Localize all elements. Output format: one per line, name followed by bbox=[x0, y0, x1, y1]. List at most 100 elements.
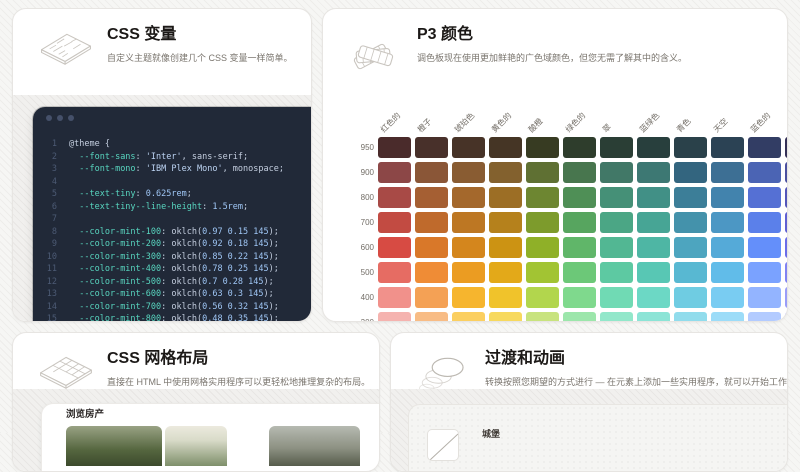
color-swatch bbox=[674, 187, 707, 208]
card-header: CSS 网格布局 直接在 HTML 中使用网格实用程序可以更轻松地推理复杂的布局… bbox=[37, 347, 367, 395]
color-swatch bbox=[674, 237, 707, 258]
color-swatch bbox=[526, 212, 559, 233]
card-title: CSS 变量 bbox=[107, 25, 293, 45]
color-swatch bbox=[563, 287, 596, 308]
color-swatch bbox=[674, 312, 707, 322]
color-swatch bbox=[785, 162, 788, 183]
color-swatch bbox=[637, 287, 670, 308]
color-swatch bbox=[452, 212, 485, 233]
color-swatch bbox=[748, 212, 781, 233]
color-swatch bbox=[489, 237, 522, 258]
color-swatch bbox=[452, 162, 485, 183]
color-swatch bbox=[526, 162, 559, 183]
card-subtitle: 转换按照您期望的方式进行 — 在元素上添加一些实用程序，就可以开始工作了。 bbox=[485, 375, 775, 388]
color-swatch bbox=[785, 287, 788, 308]
color-swatch bbox=[563, 312, 596, 322]
card-grid-layout: CSS 网格布局 直接在 HTML 中使用网格实用程序可以更轻松地推理复杂的布局… bbox=[12, 332, 380, 472]
color-swatch bbox=[415, 162, 448, 183]
traffic-light-icon bbox=[46, 115, 52, 121]
color-swatch bbox=[785, 262, 788, 283]
color-swatch bbox=[526, 137, 559, 158]
properties-window: 浏览房产 bbox=[41, 403, 379, 471]
color-swatch bbox=[489, 137, 522, 158]
color-swatch bbox=[711, 237, 744, 258]
card-header: 过渡和动画 转换按照您期望的方式进行 — 在元素上添加一些实用程序，就可以开始工… bbox=[415, 347, 775, 395]
color-swatch bbox=[600, 187, 633, 208]
css-variables-icon bbox=[37, 23, 95, 71]
grid-layout-icon bbox=[37, 347, 95, 395]
color-swatch bbox=[489, 162, 522, 183]
color-swatch bbox=[674, 262, 707, 283]
palette-column-label: 绿色的 bbox=[563, 110, 588, 135]
color-swatch bbox=[637, 137, 670, 158]
color-swatch bbox=[378, 262, 411, 283]
color-swatch bbox=[415, 237, 448, 258]
card-subtitle: 直接在 HTML 中使用网格实用程序可以更轻松地推理复杂的布局。 bbox=[107, 375, 367, 388]
color-swatch bbox=[489, 187, 522, 208]
color-swatch bbox=[415, 187, 448, 208]
palette-row-label: 900 bbox=[348, 162, 374, 183]
palette-column-label: 酸橙 bbox=[526, 116, 545, 135]
palette-row-label: 600 bbox=[348, 237, 374, 258]
color-swatch bbox=[748, 262, 781, 283]
color-swatch bbox=[748, 162, 781, 183]
color-swatch bbox=[378, 137, 411, 158]
color-swatch bbox=[748, 312, 781, 322]
color-swatch bbox=[785, 312, 788, 322]
color-swatch bbox=[563, 162, 596, 183]
color-swatch bbox=[526, 187, 559, 208]
palette-column-label: 青色 bbox=[674, 116, 693, 135]
color-swatch bbox=[415, 287, 448, 308]
color-swatch bbox=[415, 262, 448, 283]
color-swatch bbox=[415, 312, 448, 322]
grid-layout-demo: 浏览房产 bbox=[13, 389, 379, 471]
color-swatch bbox=[526, 262, 559, 283]
color-swatch bbox=[378, 187, 411, 208]
castle-thumbnail bbox=[427, 429, 459, 461]
palette-row-label: 700 bbox=[348, 212, 374, 233]
palette-row-label: 950 bbox=[348, 137, 374, 158]
traffic-light-icon bbox=[57, 115, 63, 121]
color-swatch bbox=[452, 312, 485, 322]
traffic-light-icon bbox=[68, 115, 74, 121]
color-swatch bbox=[748, 137, 781, 158]
property-photo bbox=[269, 426, 360, 466]
color-swatch bbox=[378, 212, 411, 233]
color-swatch bbox=[563, 187, 596, 208]
color-swatch bbox=[600, 137, 633, 158]
color-swatch bbox=[711, 162, 744, 183]
color-swatch bbox=[711, 312, 744, 322]
color-swatch bbox=[600, 312, 633, 322]
window-controls bbox=[33, 107, 311, 135]
property-photo bbox=[165, 426, 227, 466]
color-swatch bbox=[600, 262, 633, 283]
color-swatch bbox=[785, 212, 788, 233]
card-header: P3 颜色 调色板现在使用更加鲜艳的广色域颜色，但您无需了解其中的含义。 bbox=[347, 23, 775, 71]
code-editor-window: 1@theme {2 --font-sans: 'Inter', sans-se… bbox=[33, 107, 311, 321]
color-swatch bbox=[711, 287, 744, 308]
castle-label: 城堡 bbox=[482, 427, 500, 440]
color-swatch bbox=[637, 162, 670, 183]
color-swatch bbox=[674, 137, 707, 158]
color-swatch bbox=[600, 287, 633, 308]
color-swatch bbox=[600, 237, 633, 258]
palette-column-label: 琥珀色 bbox=[452, 110, 477, 135]
transitions-icon bbox=[415, 347, 473, 395]
color-swatch bbox=[637, 187, 670, 208]
color-swatch bbox=[711, 137, 744, 158]
color-swatch bbox=[674, 162, 707, 183]
color-swatch bbox=[526, 287, 559, 308]
color-swatch bbox=[600, 162, 633, 183]
color-swatch bbox=[711, 212, 744, 233]
color-swatch bbox=[563, 262, 596, 283]
palette-column-label: 红色的 bbox=[378, 110, 403, 135]
palette-row-label: 500 bbox=[348, 262, 374, 283]
color-swatch bbox=[378, 287, 411, 308]
color-swatch bbox=[563, 137, 596, 158]
color-swatch bbox=[748, 187, 781, 208]
color-swatch bbox=[637, 312, 670, 322]
palette-column-label: 靛蓝 bbox=[785, 116, 788, 135]
p3-color-palette: 红色的橙子琥珀色黄色的酸橙绿色的翠蓝绿色青色天空蓝色的靛蓝 9509008007… bbox=[348, 101, 788, 322]
card-title: 过渡和动画 bbox=[485, 349, 775, 369]
transitions-demo: 城堡 bbox=[391, 389, 787, 471]
